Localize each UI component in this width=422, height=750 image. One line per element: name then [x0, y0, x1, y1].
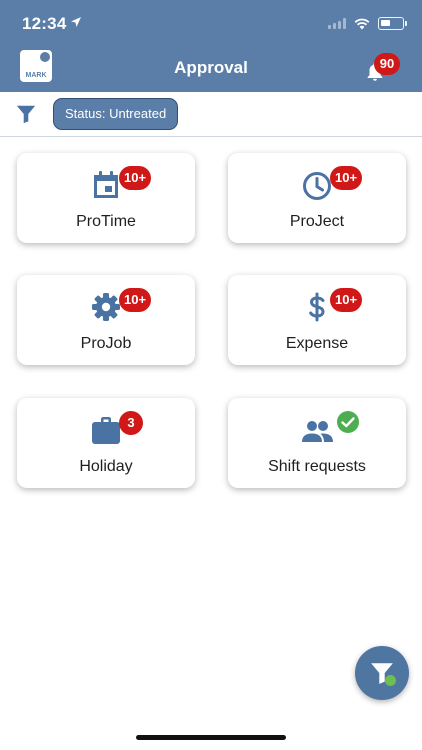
gear-icon [92, 293, 120, 321]
tile-holiday[interactable]: 3 Holiday [17, 398, 195, 488]
people-icon [302, 421, 333, 442]
tile-shift-requests[interactable]: Shift requests [228, 398, 406, 488]
home-indicator[interactable] [136, 735, 286, 740]
active-filter-dot [385, 675, 396, 686]
battery-icon [378, 17, 407, 30]
location-arrow-icon [71, 17, 81, 27]
count-badge: 10+ [330, 288, 363, 312]
tile-label: ProTime [76, 213, 136, 230]
tile-expense[interactable]: 10+ Expense [228, 275, 406, 365]
count-badge: 10+ [330, 166, 363, 190]
calendar-icon [94, 171, 118, 198]
status-bar: 12:34 [0, 0, 422, 44]
tile-project[interactable]: 10+ ProJect [228, 153, 406, 243]
tile-protime[interactable]: 10+ ProTime [17, 153, 195, 243]
briefcase-icon [92, 417, 120, 444]
filter-fab-button[interactable] [355, 646, 409, 700]
notification-badge: 90 [374, 53, 400, 75]
filter-icon[interactable] [15, 103, 37, 125]
tile-label: ProJob [80, 335, 132, 352]
tile-projob[interactable]: 10+ ProJob [17, 275, 195, 365]
count-badge: 3 [119, 411, 143, 435]
wifi-icon [354, 18, 370, 29]
tile-label: Expense [285, 335, 349, 352]
count-badge: 10+ [119, 166, 152, 190]
clock-icon [303, 172, 331, 200]
status-indicators [328, 17, 407, 30]
tile-label: ProJect [289, 213, 345, 230]
app-header: 12:34 MARK Approval 90 [0, 0, 422, 92]
page-title: Approval [174, 58, 248, 77]
filter-bar: Status: Untreated [0, 92, 422, 137]
dollar-icon [309, 292, 325, 322]
cell-signal-icon [328, 18, 346, 29]
nav-bar: MARK Approval 90 [0, 44, 422, 92]
check-circle-icon [337, 411, 359, 433]
count-badge: 10+ [119, 288, 152, 312]
tile-label: Holiday [79, 458, 133, 475]
status-time: 12:34 [22, 14, 67, 33]
status-filter-chip[interactable]: Status: Untreated [53, 98, 179, 130]
tile-label: Shift requests [268, 458, 366, 475]
